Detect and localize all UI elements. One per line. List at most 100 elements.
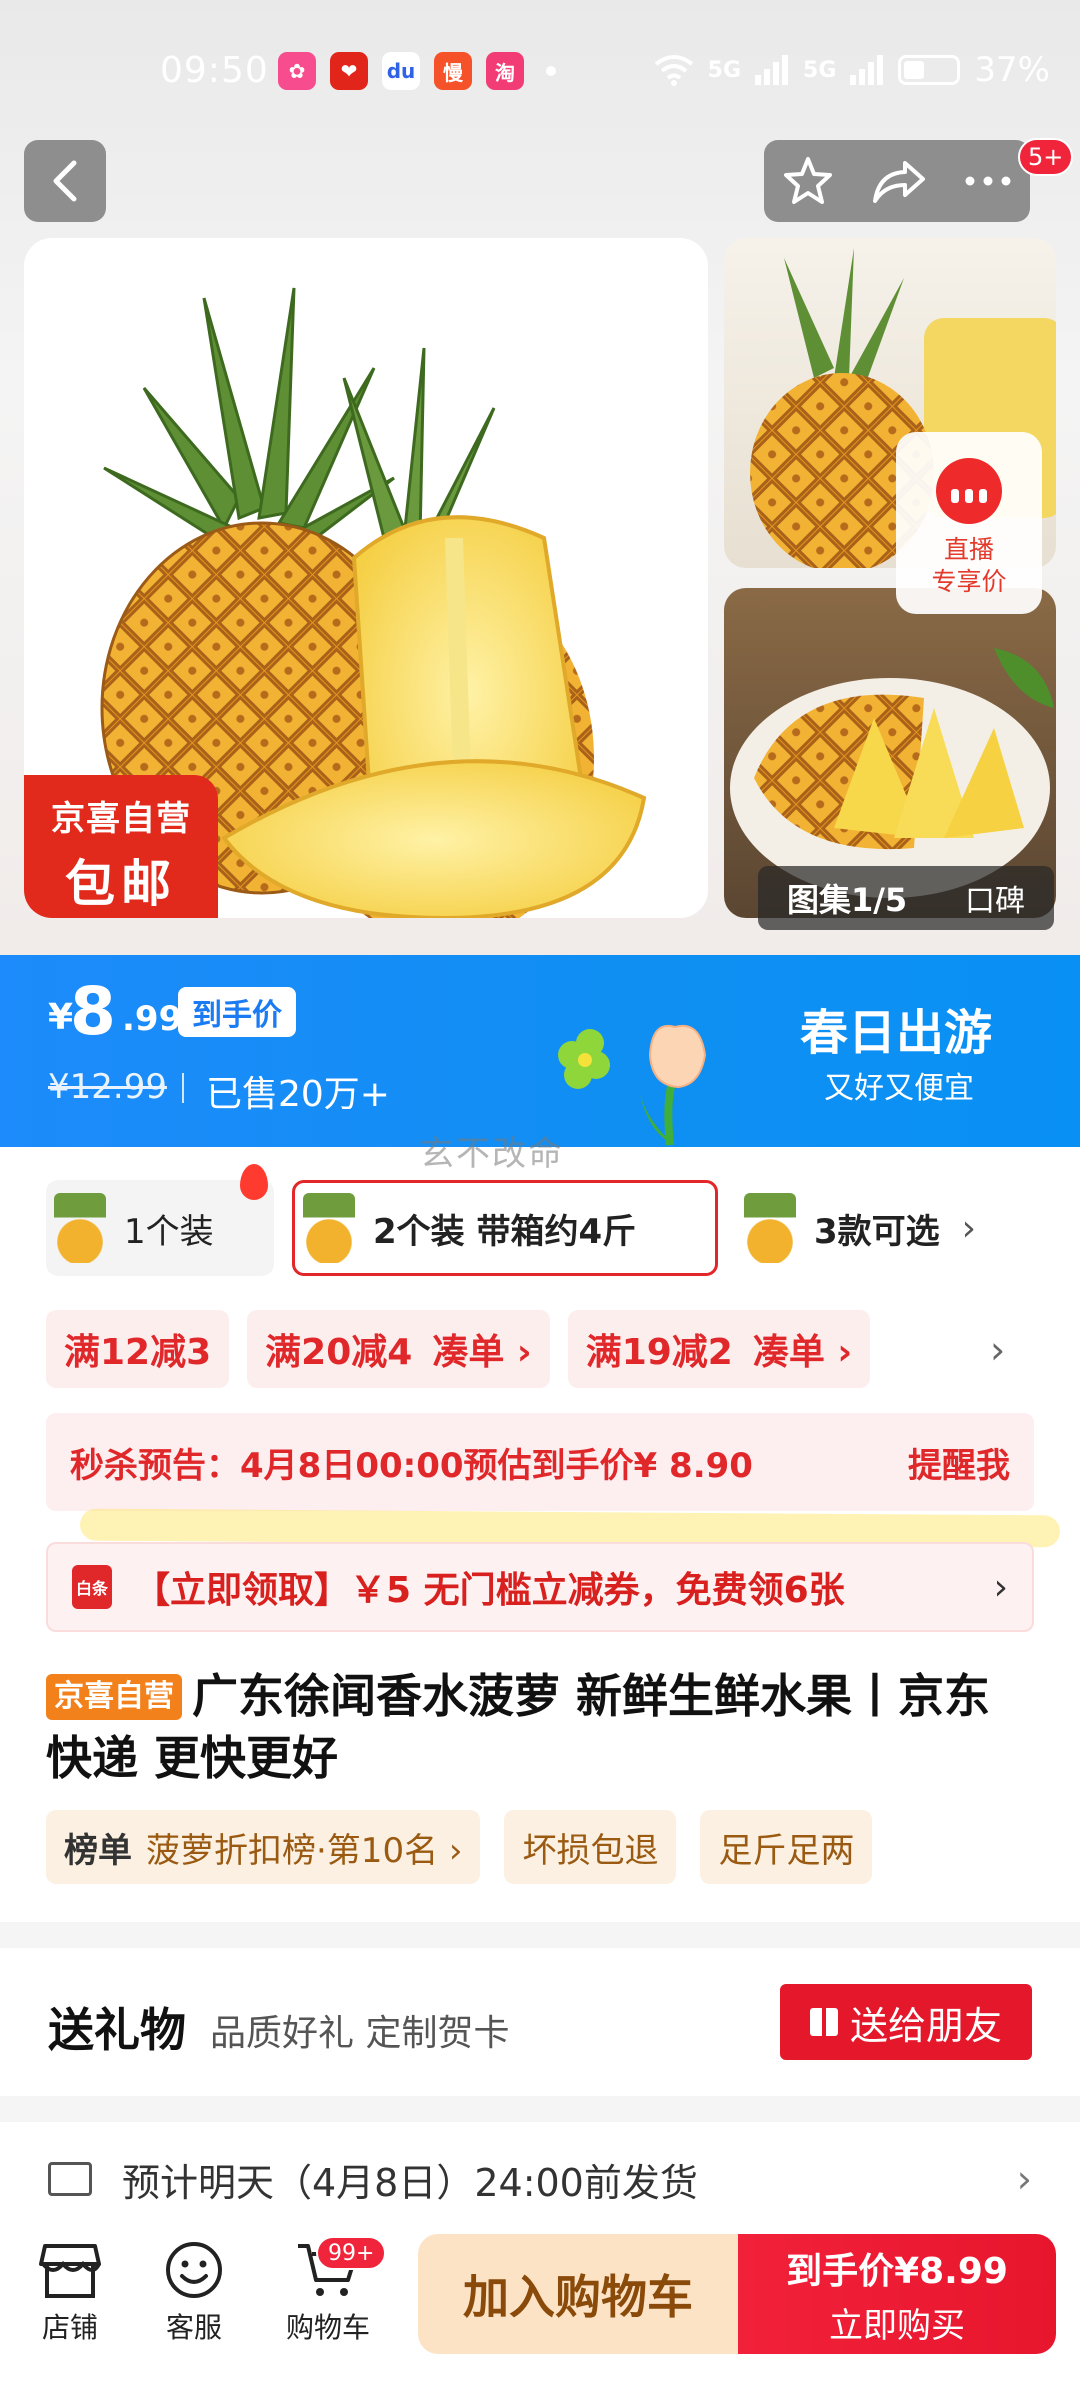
flash-sale-notice: 秒杀预告：4月8日00:00预估到手价¥ 8.90 提醒我 [46,1413,1034,1511]
variant-thumb [744,1193,796,1263]
buy-now-button[interactable]: 到手价¥8.99 立即购买 [738,2234,1056,2354]
signal-1-label: 5G [707,57,742,83]
share-icon[interactable] [871,157,927,205]
gallery-count-text: 图集1/5 [786,881,908,919]
jd-icon: ❤ [330,52,368,90]
signal-2-label: 5G [803,57,837,83]
cart-label: 购物车 [285,2311,370,2344]
variant-option-1[interactable]: 1个装 [46,1180,274,1276]
live-title: 直播 [943,535,994,564]
koubei-tab[interactable]: 口碑 [965,876,1025,920]
header-message-badge: 5+ [1018,138,1074,176]
baidu-icon: du [382,52,420,90]
back-button[interactable] [24,140,106,222]
gallery-counter[interactable]: 图集1/5 口碑 [758,866,1054,930]
gift-icon [809,2008,838,2036]
gift-section: 送礼物 品质好礼 定制贺卡 送给朋友 [0,1948,1080,2096]
price-banner: ¥ 8 .99 到手价 ¥12.99 已售20万+ 春日出游 又好又便宜 [0,955,1080,1147]
battery-icon [898,55,961,85]
service-label: 客服 [165,2311,222,2344]
badge-line-2: 包邮 [65,855,177,913]
watermark-text: 玄不改命 [420,1134,564,1174]
bottom-action-bar: 店铺 客服 购物车 99+ 加入购物车 到手价¥8.99 立即购买 [0,2226,1080,2400]
badge-line-1: 京喜自营 [51,799,191,839]
promos-chevron-right-icon[interactable]: › [990,1328,1005,1372]
truck-icon [48,2162,92,2196]
promo-1[interactable]: 满12减3 [46,1310,230,1388]
gift-subtitle: 品质好礼 定制贺卡 [210,2013,510,2054]
tao-icon: 淘 [486,52,524,90]
send-to-friend-label: 送给朋友 [849,2003,1002,2048]
product-title-text: 广东徐闻香水菠萝 新鲜生鲜水果丨京东快递 更快更好 [46,1669,991,1785]
self-operated-tag: 京喜自营 [46,1674,182,1720]
variant-selector: 1个装 2个装 带箱约4斤 3款可选 › [0,1164,1080,1280]
product-tags: 榜单 菠萝折扣榜·第10名 › 坏损包退 足斤足两 [46,1810,873,1884]
smiley-icon [166,2242,222,2298]
star-icon[interactable] [782,155,834,207]
section-divider [0,2096,1080,2122]
send-to-friend-button[interactable]: 送给朋友 [780,1984,1032,2060]
variant-more[interactable]: 3款可选 › [736,1180,1036,1276]
price-decimal: .99 [122,999,183,1039]
cart-count-badge: 99+ [316,2236,387,2270]
chevron-right-icon: › [993,1566,1008,1608]
variant-thumb [54,1193,106,1263]
promo-label: 满20减4 [265,1332,413,1373]
customer-service-button[interactable]: 客服 [134,2240,254,2346]
promo-label: 满12减3 [64,1332,212,1373]
variant-label: 1个装 [124,1211,214,1252]
chevron-right-icon: › [1016,2157,1032,2201]
more-notifications-dot [546,66,556,76]
ranking-tag[interactable]: 榜单 菠萝折扣榜·第10名 › [46,1810,481,1884]
store-icon [39,2244,101,2298]
ranking-text: 菠萝折扣榜·第10名 › [146,1830,463,1871]
battery-percent: 37% [974,50,1050,90]
live-subtitle: 专享价 [931,567,1007,596]
taobao-icon-pink: ✿ [278,52,316,90]
promo-add-on-link[interactable]: 凑单 › [432,1323,531,1375]
variant-option-2-selected[interactable]: 2个装 带箱约4斤 [292,1180,718,1276]
spring-flower-decoration [558,1024,707,1146]
remind-me-button[interactable]: 提醒我 [908,1438,1010,1487]
original-price: ¥12.99 [48,1067,167,1107]
baitiao-icon: 白条 [72,1565,112,1609]
flash-sale-text: 秒杀预告：4月8日00:00预估到手价¥ 8.90 [70,1445,753,1486]
more-icon[interactable] [964,175,1012,187]
product-title: 京喜自营 广东徐闻香水菠萝 新鲜生鲜水果丨京东快递 更快更好 [46,1665,1034,1789]
price-integer: 8 [70,973,116,1050]
buy-now-label: 立即购买 [829,2305,965,2346]
status-bar: 09:50 ✿ ❤ du 慢 淘 5G 5G 37% [0,0,1080,140]
promo-add-on-link[interactable]: 凑单 › [753,1323,852,1375]
variant-label: 3款可选 [814,1211,940,1252]
live-exclusive-price-card[interactable]: 直播 专享价 [896,432,1042,614]
campaign-subtitle: 又好又便宜 [824,1071,974,1106]
add-to-cart-button[interactable]: 加入购物车 [418,2234,738,2354]
coupon-banner[interactable]: 白条 【立即领取】￥5 无门槛立减券，免费领6张 › [46,1542,1034,1632]
promo-2[interactable]: 满20减4 凑单 › [247,1310,550,1388]
shipping-info[interactable]: 预计明天（4月8日）24:00前发货 › [0,2122,1080,2236]
promotion-list: 满12减3 满20减4 凑单 › 满19减2 凑单 › [46,1310,871,1388]
promo-3[interactable]: 满19减2 凑单 › [567,1310,871,1388]
divider [182,1073,184,1103]
ranking-label: 榜单 [64,1830,132,1871]
header-actions [764,140,1030,222]
campaign-title: 春日出游 [800,1005,993,1061]
signal-icon-2 [850,55,884,85]
promo-label: 满19减2 [585,1332,733,1373]
jingxi-free-shipping-badge: 京喜自营 包邮 [24,775,218,918]
status-time: 09:50 [160,50,269,91]
signal-icon-1 [755,55,789,85]
store-label: 店铺 [41,2311,98,2344]
full-weight-tag[interactable]: 足斤足两 [700,1810,873,1884]
notification-icons: ✿ ❤ du 慢 淘 [278,52,556,90]
damage-refund-tag[interactable]: 坏损包退 [504,1810,677,1884]
status-right: 5G 5G 37% [654,50,1050,90]
coupon-text: 【立即领取】￥5 无门槛立减券，免费领6张 [134,1570,845,1611]
store-button[interactable]: 店铺 [10,2240,130,2346]
final-price-tag: 到手价 [178,987,296,1037]
chevron-right-icon: › [961,1207,977,1249]
manman-icon: 慢 [434,52,472,90]
gift-title: 送礼物 [48,2003,186,2057]
buy-price-line: 到手价¥8.99 [786,2250,1008,2292]
variant-label: 2个装 带箱约4斤 [373,1211,637,1252]
